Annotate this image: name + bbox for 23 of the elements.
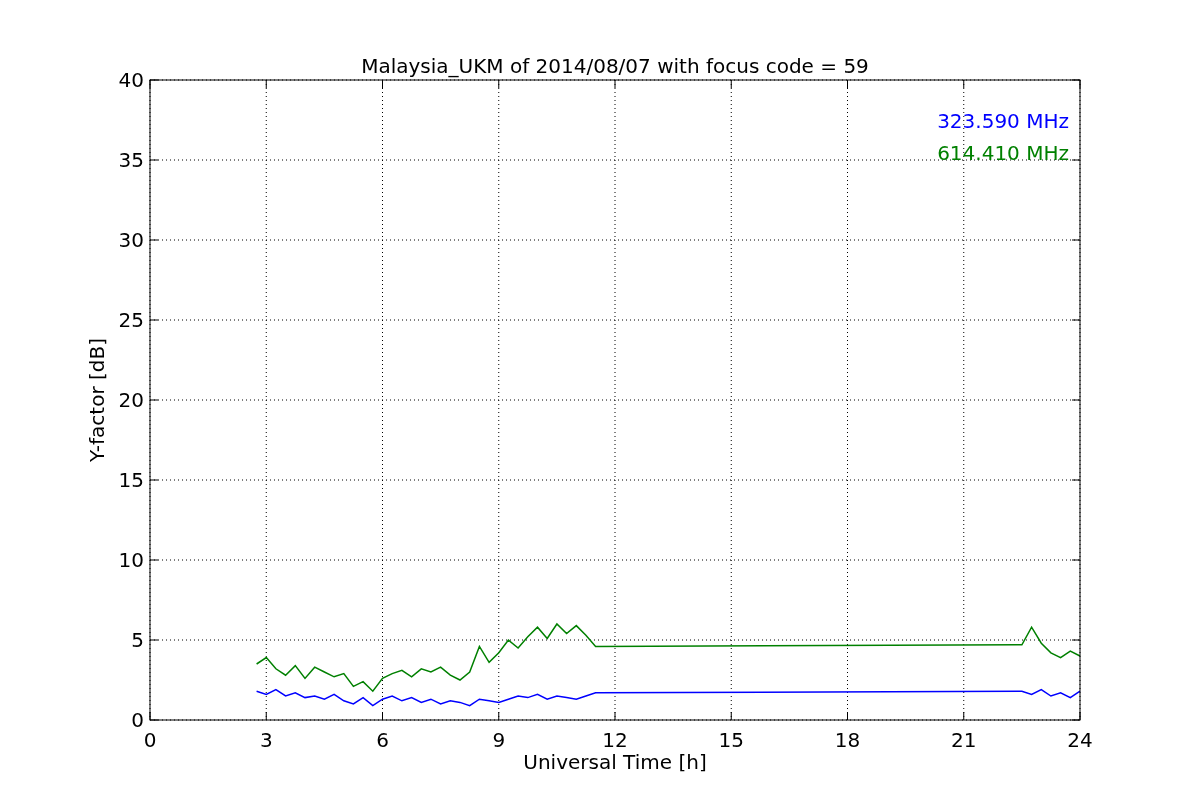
x-axis-label: Universal Time [h] — [523, 750, 707, 774]
tick-label: 35 — [118, 148, 144, 172]
tick-label: 25 — [118, 308, 144, 332]
tick-label: 15 — [118, 468, 144, 492]
tick-label: 40 — [118, 68, 144, 92]
tick-label: 20 — [118, 388, 144, 412]
tick-label: 15 — [718, 728, 744, 752]
legend-label: 614.410 MHz — [937, 141, 1069, 165]
tick-label: 30 — [118, 228, 144, 252]
tick-label: 10 — [118, 548, 144, 572]
tick-label: 0 — [131, 708, 144, 732]
tick-label: 9 — [492, 728, 506, 752]
tick-label: 6 — [376, 728, 389, 752]
legend-label: 323.590 MHz — [937, 109, 1069, 133]
tick-label: 24 — [1067, 728, 1093, 752]
chart-title: Malaysia_UKM of 2014/08/07 with focus code = 59 — [361, 54, 869, 78]
tick-label: 0 — [143, 728, 157, 752]
tick-label: 21 — [951, 728, 977, 752]
y-axis-label: Y-factor [dB] — [85, 338, 109, 462]
tick-label: 5 — [131, 628, 144, 652]
tick-label: 12 — [602, 728, 628, 752]
tick-label: 18 — [834, 728, 861, 752]
tick-label: 3 — [259, 728, 273, 752]
